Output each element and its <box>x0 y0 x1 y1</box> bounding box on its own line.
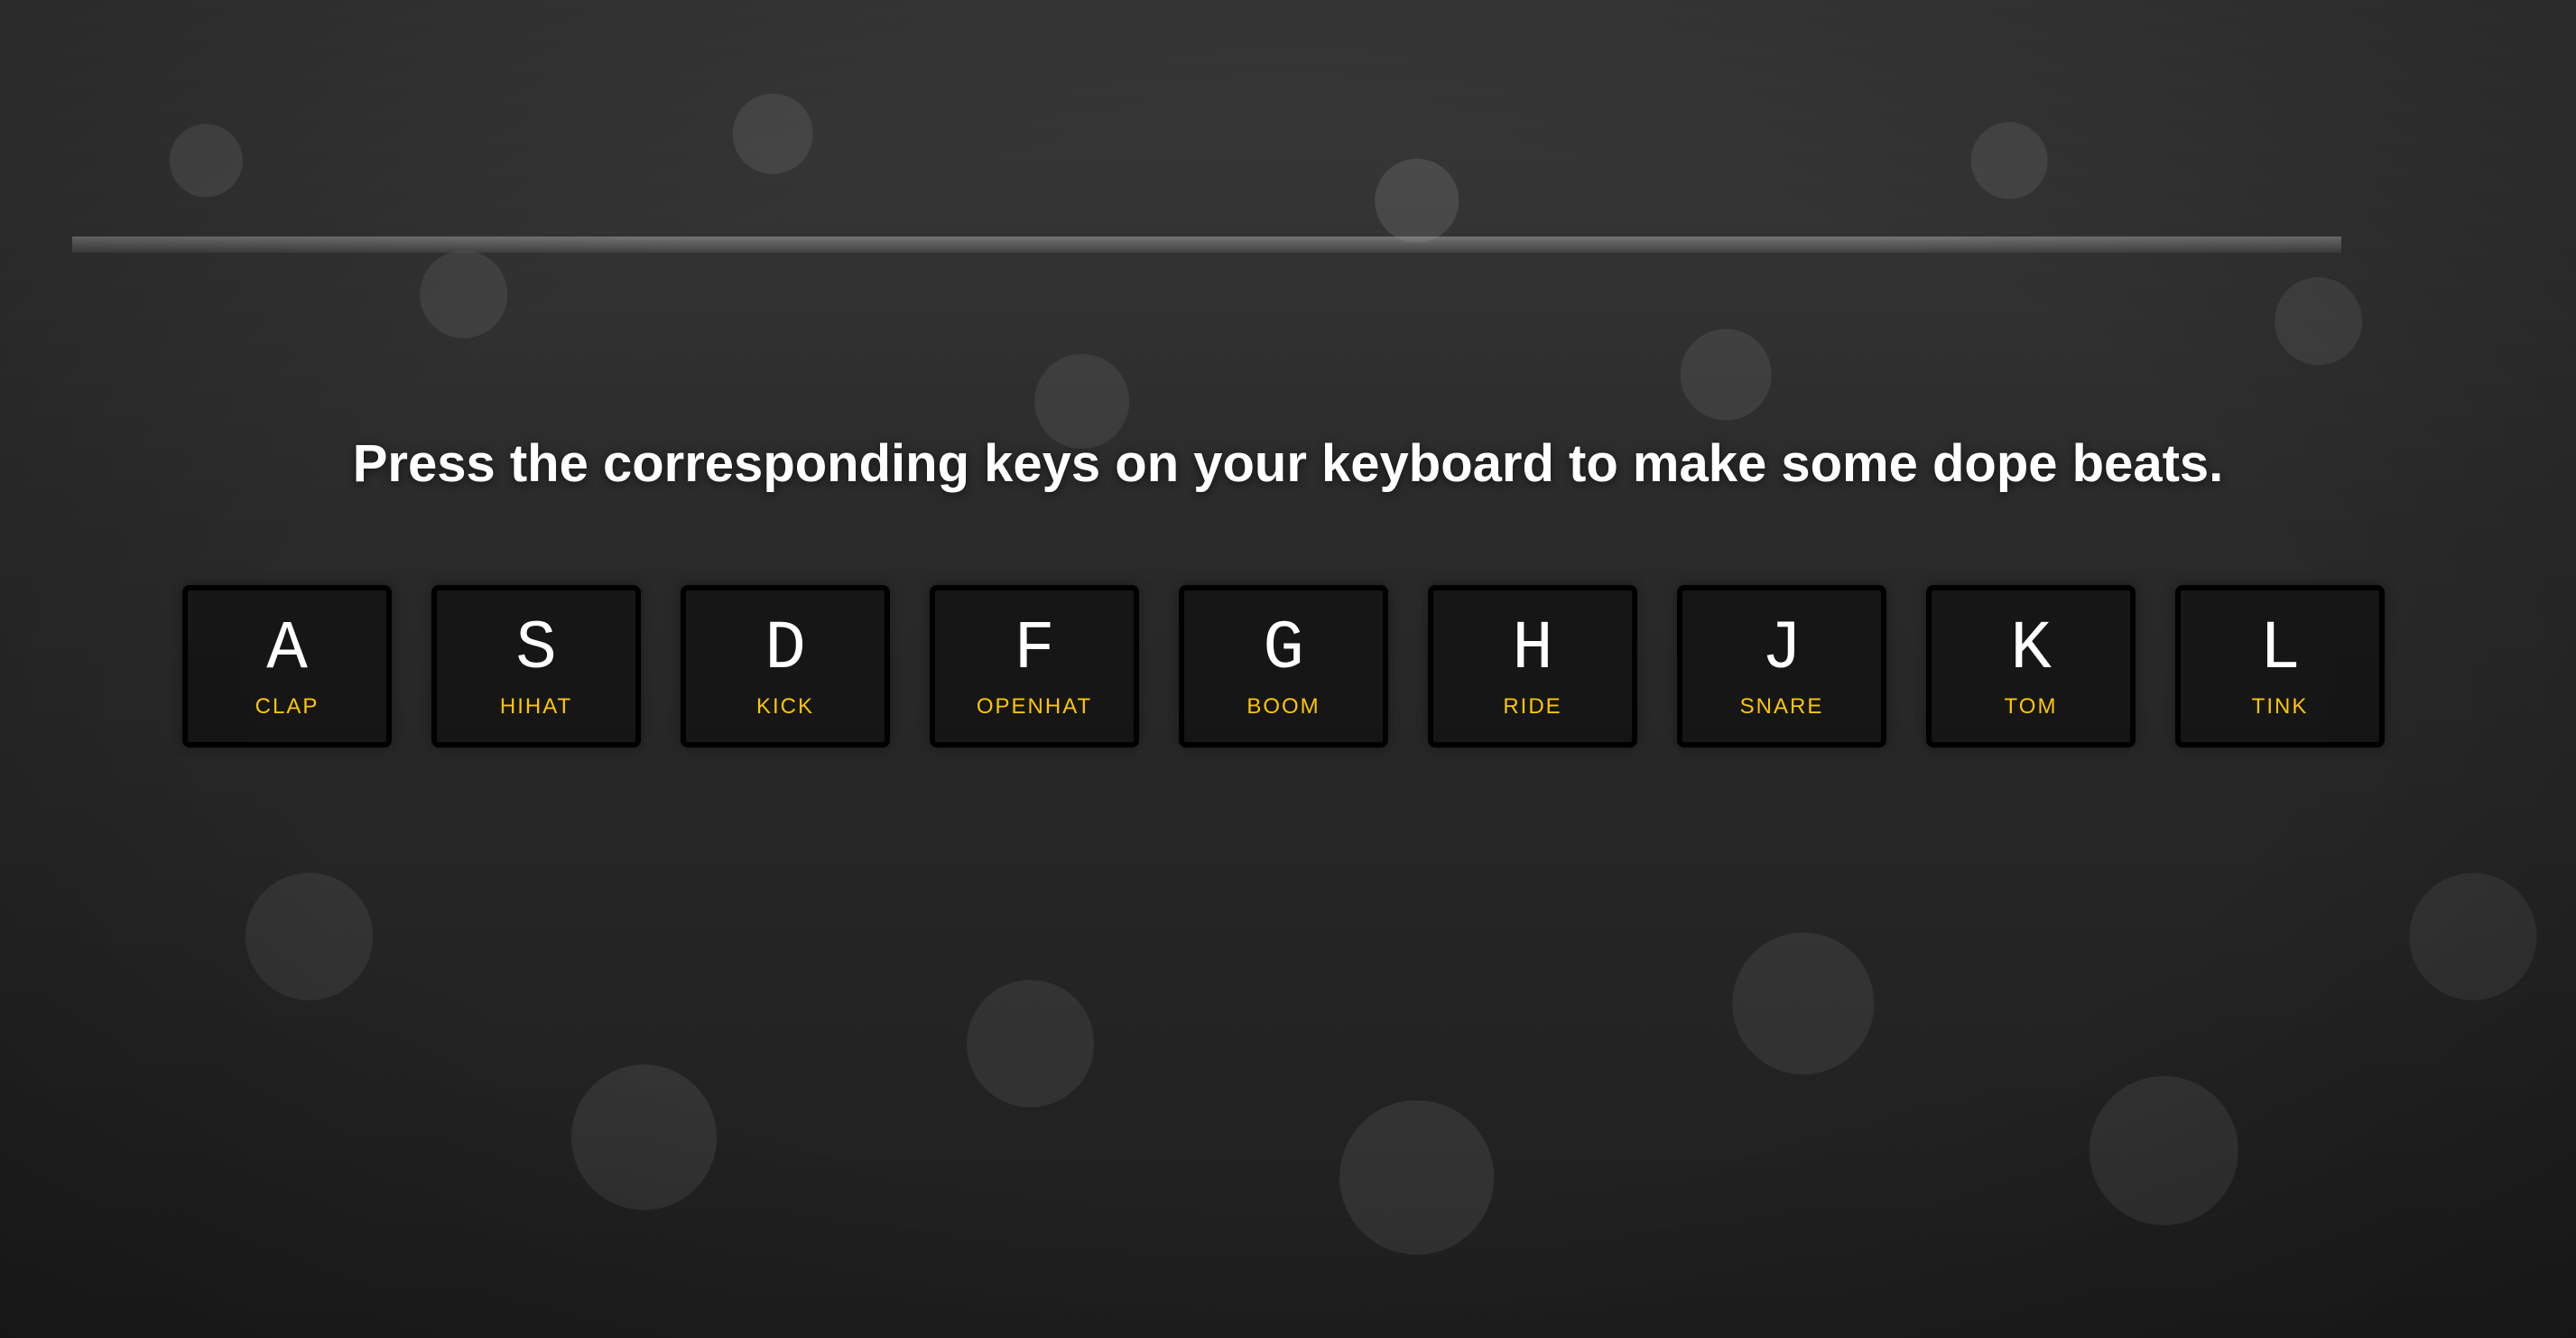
sound-label: ride <box>1503 694 1562 719</box>
key-letter: H <box>1512 610 1553 688</box>
sound-label: kick <box>755 694 814 719</box>
sound-label: tom <box>2004 694 2058 719</box>
sound-label: openhat <box>976 694 1093 719</box>
key-letter: J <box>1761 610 1802 688</box>
drum-key-tom[interactable]: K tom <box>1926 585 2136 748</box>
drum-key-kick[interactable]: D kick <box>681 585 890 748</box>
sound-label: clap <box>255 694 320 719</box>
drum-key-clap[interactable]: A clap <box>182 585 392 748</box>
drum-key-snare[interactable]: J snare <box>1677 585 1886 748</box>
key-letter: K <box>2010 610 2052 688</box>
drum-key-ride[interactable]: H ride <box>1428 585 1637 748</box>
key-letter: A <box>266 610 308 688</box>
key-letter: F <box>1014 610 1055 688</box>
drum-keys: A clap S hihat D kick F openhat G boom H… <box>182 585 2385 748</box>
drum-key-openhat[interactable]: F openhat <box>930 585 1139 748</box>
key-letter: G <box>1263 610 1304 688</box>
sound-label: tink <box>2251 694 2309 719</box>
key-letter: D <box>764 610 806 688</box>
sound-label: boom <box>1246 694 1320 719</box>
key-letter: L <box>2259 610 2301 688</box>
sound-label: snare <box>1739 694 1824 719</box>
sound-label: hihat <box>499 694 573 719</box>
drum-key-tink[interactable]: L tink <box>2175 585 2385 748</box>
drum-key-boom[interactable]: G boom <box>1179 585 1388 748</box>
drum-key-hihat[interactable]: S hihat <box>431 585 641 748</box>
key-letter: S <box>515 610 557 688</box>
page-headline: Press the corresponding keys on your key… <box>352 434 2224 493</box>
